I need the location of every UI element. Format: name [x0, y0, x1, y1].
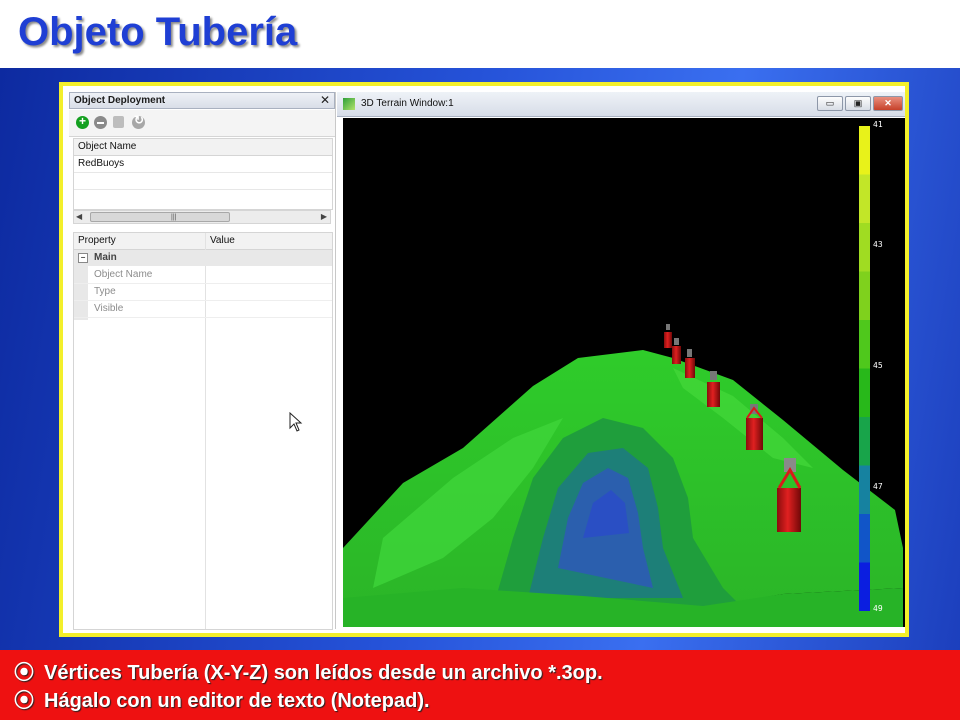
panel-title: Object Deployment [74, 95, 166, 106]
category-main[interactable]: − Main [74, 250, 332, 266]
colorbar-gradient [859, 126, 870, 611]
property-label: Visible [94, 303, 124, 314]
buoy-marker [685, 349, 695, 378]
colorbar-label: 41 [873, 120, 883, 129]
property-label: Object Name [94, 269, 153, 280]
minimize-button[interactable]: ▭ [817, 96, 843, 111]
refresh-icon[interactable] [132, 113, 145, 129]
window-close-button[interactable]: ✕ [873, 96, 903, 111]
property-row[interactable]: Object Name [74, 267, 332, 284]
scroll-right-icon[interactable]: ▶ [321, 212, 327, 221]
scrollbar-thumb[interactable]: ||| [90, 212, 230, 222]
buoy-marker [672, 338, 681, 364]
property-label: Type [94, 286, 116, 297]
slide-title: Objeto Tubería [18, 10, 298, 54]
bullet-icon: ⦿ [14, 662, 34, 684]
value-column-header[interactable]: Value [210, 235, 235, 246]
bullet-icon: ⦿ [14, 690, 34, 712]
copy-object-icon[interactable] [113, 116, 124, 128]
colorbar-label: 45 [873, 361, 883, 370]
bullet-item: ⦿ Vértices Tubería (X-Y-Z) son leídos des… [14, 656, 603, 685]
property-row[interactable]: Type [74, 284, 332, 301]
colorbar-label: 43 [873, 240, 883, 249]
panel-header: Object Deployment ✕ [69, 92, 335, 109]
property-row[interactable]: Visible [74, 301, 332, 318]
panel-toolbar [69, 110, 335, 137]
object-name: RedBuoys [78, 158, 125, 169]
list-item[interactable]: RedBuoys [74, 156, 332, 173]
terrain-app-icon [343, 98, 355, 110]
maximize-button[interactable]: ▣ [845, 96, 871, 111]
category-label: Main [94, 252, 117, 263]
bullet-text: Vértices Tubería (X-Y-Z) son leídos desd… [44, 662, 603, 684]
terrain-scene [343, 324, 903, 627]
collapse-icon[interactable]: − [78, 253, 88, 263]
bullet-item: ⦿ Hágalo con un editor de texto (Notepad)… [14, 684, 430, 713]
mouse-cursor-icon [289, 412, 303, 432]
colorbar-label: 49 [873, 604, 883, 613]
remove-object-icon[interactable] [94, 116, 107, 129]
add-object-icon[interactable] [76, 114, 89, 129]
window-titlebar[interactable]: 3D Terrain Window:1 ▭ ▣ ✕ [337, 92, 905, 117]
terrain-viewport[interactable]: 41 43 45 47 49 [343, 118, 905, 627]
object-name-column-header[interactable]: Object Name [74, 139, 332, 156]
property-grid-header: Property Value [74, 233, 332, 250]
buoy-marker [664, 324, 672, 348]
object-deployment-panel: Object Deployment ✕ Object Name RedBuoys [69, 92, 336, 630]
scroll-left-icon[interactable]: ◀ [76, 212, 82, 221]
horizontal-scrollbar[interactable]: ◀ ||| ▶ [73, 210, 331, 224]
object-list: Object Name RedBuoys [73, 138, 333, 210]
screenshot-area: Object Deployment ✕ Object Name RedBuoys [63, 86, 905, 633]
close-icon[interactable]: ✕ [320, 93, 330, 107]
title-band: Objeto Tubería [0, 0, 960, 68]
colorbar-label: 47 [873, 482, 883, 491]
window-title: 3D Terrain Window:1 [361, 98, 454, 109]
terrain-window: 3D Terrain Window:1 ▭ ▣ ✕ 41 43 45 47 49 [337, 92, 905, 629]
depth-colorbar [859, 126, 870, 611]
bullet-text: Hágalo con un editor de texto (Notepad). [44, 690, 430, 712]
empty-row [74, 173, 332, 190]
screenshot-frame: Object Deployment ✕ Object Name RedBuoys [59, 82, 909, 637]
column-header-label: Object Name [78, 141, 137, 152]
grip-icon: ||| [171, 214, 177, 221]
property-column-header[interactable]: Property [78, 235, 116, 246]
